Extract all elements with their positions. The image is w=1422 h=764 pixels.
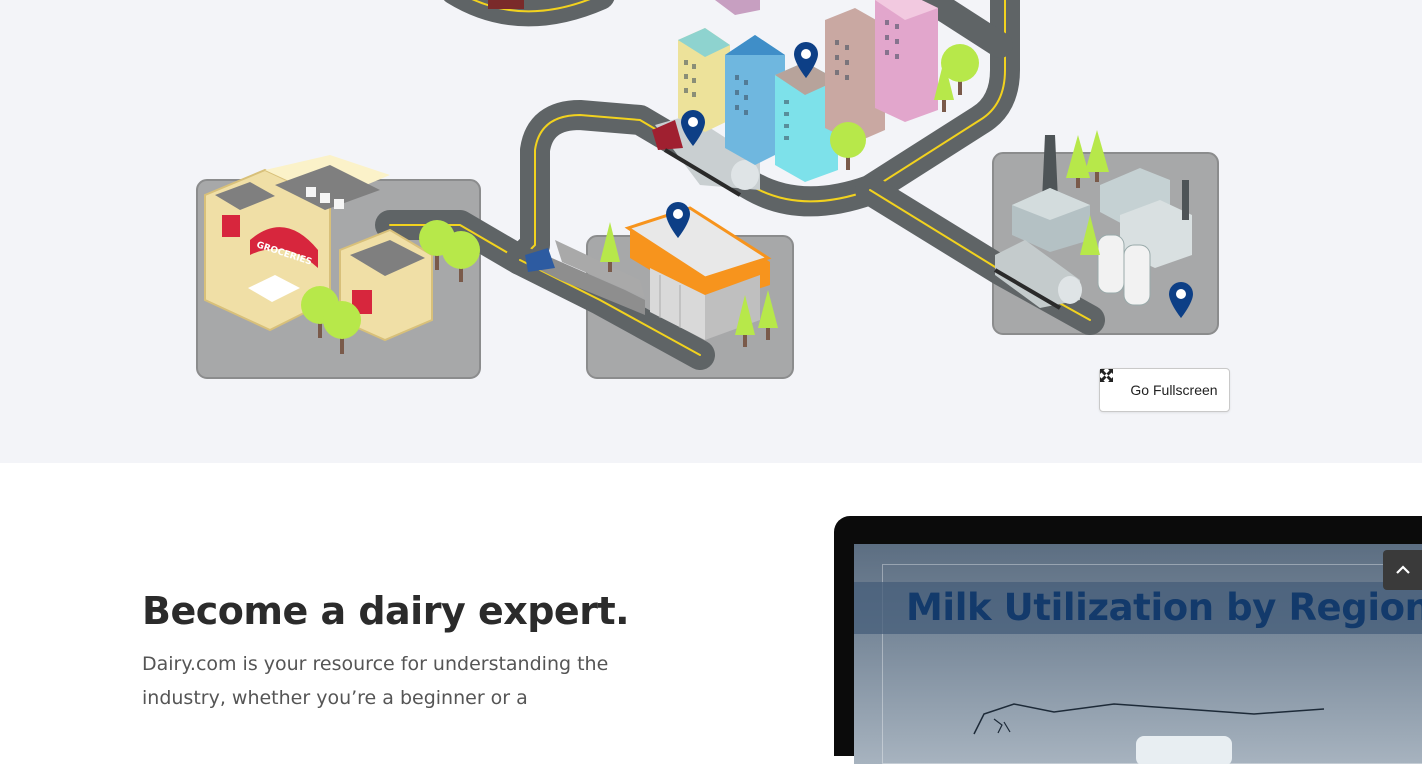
expand-icon [1100,369,1124,397]
go-fullscreen-button[interactable]: Go Fullscreen [1099,368,1230,412]
chevron-up-icon [1395,565,1410,574]
laptop-screen: Milk Utilization by Region [854,544,1422,764]
truck-top-left [488,0,524,9]
scroll-to-top-button[interactable] [1383,550,1422,590]
intro-body: Dairy.com is your resource for understan… [142,653,609,709]
supply-chain-illustration-section: GROCERIES Go Fullscreen [0,0,1422,463]
intro-headline: Become a dairy expert. [142,589,630,633]
go-fullscreen-label: Go Fullscreen [1130,382,1218,398]
us-map-outline [973,703,1325,764]
laptop-mockup: Milk Utilization by Region [834,516,1422,764]
intro-section: Become a dairy expert. Dairy.com is your… [0,463,1422,764]
